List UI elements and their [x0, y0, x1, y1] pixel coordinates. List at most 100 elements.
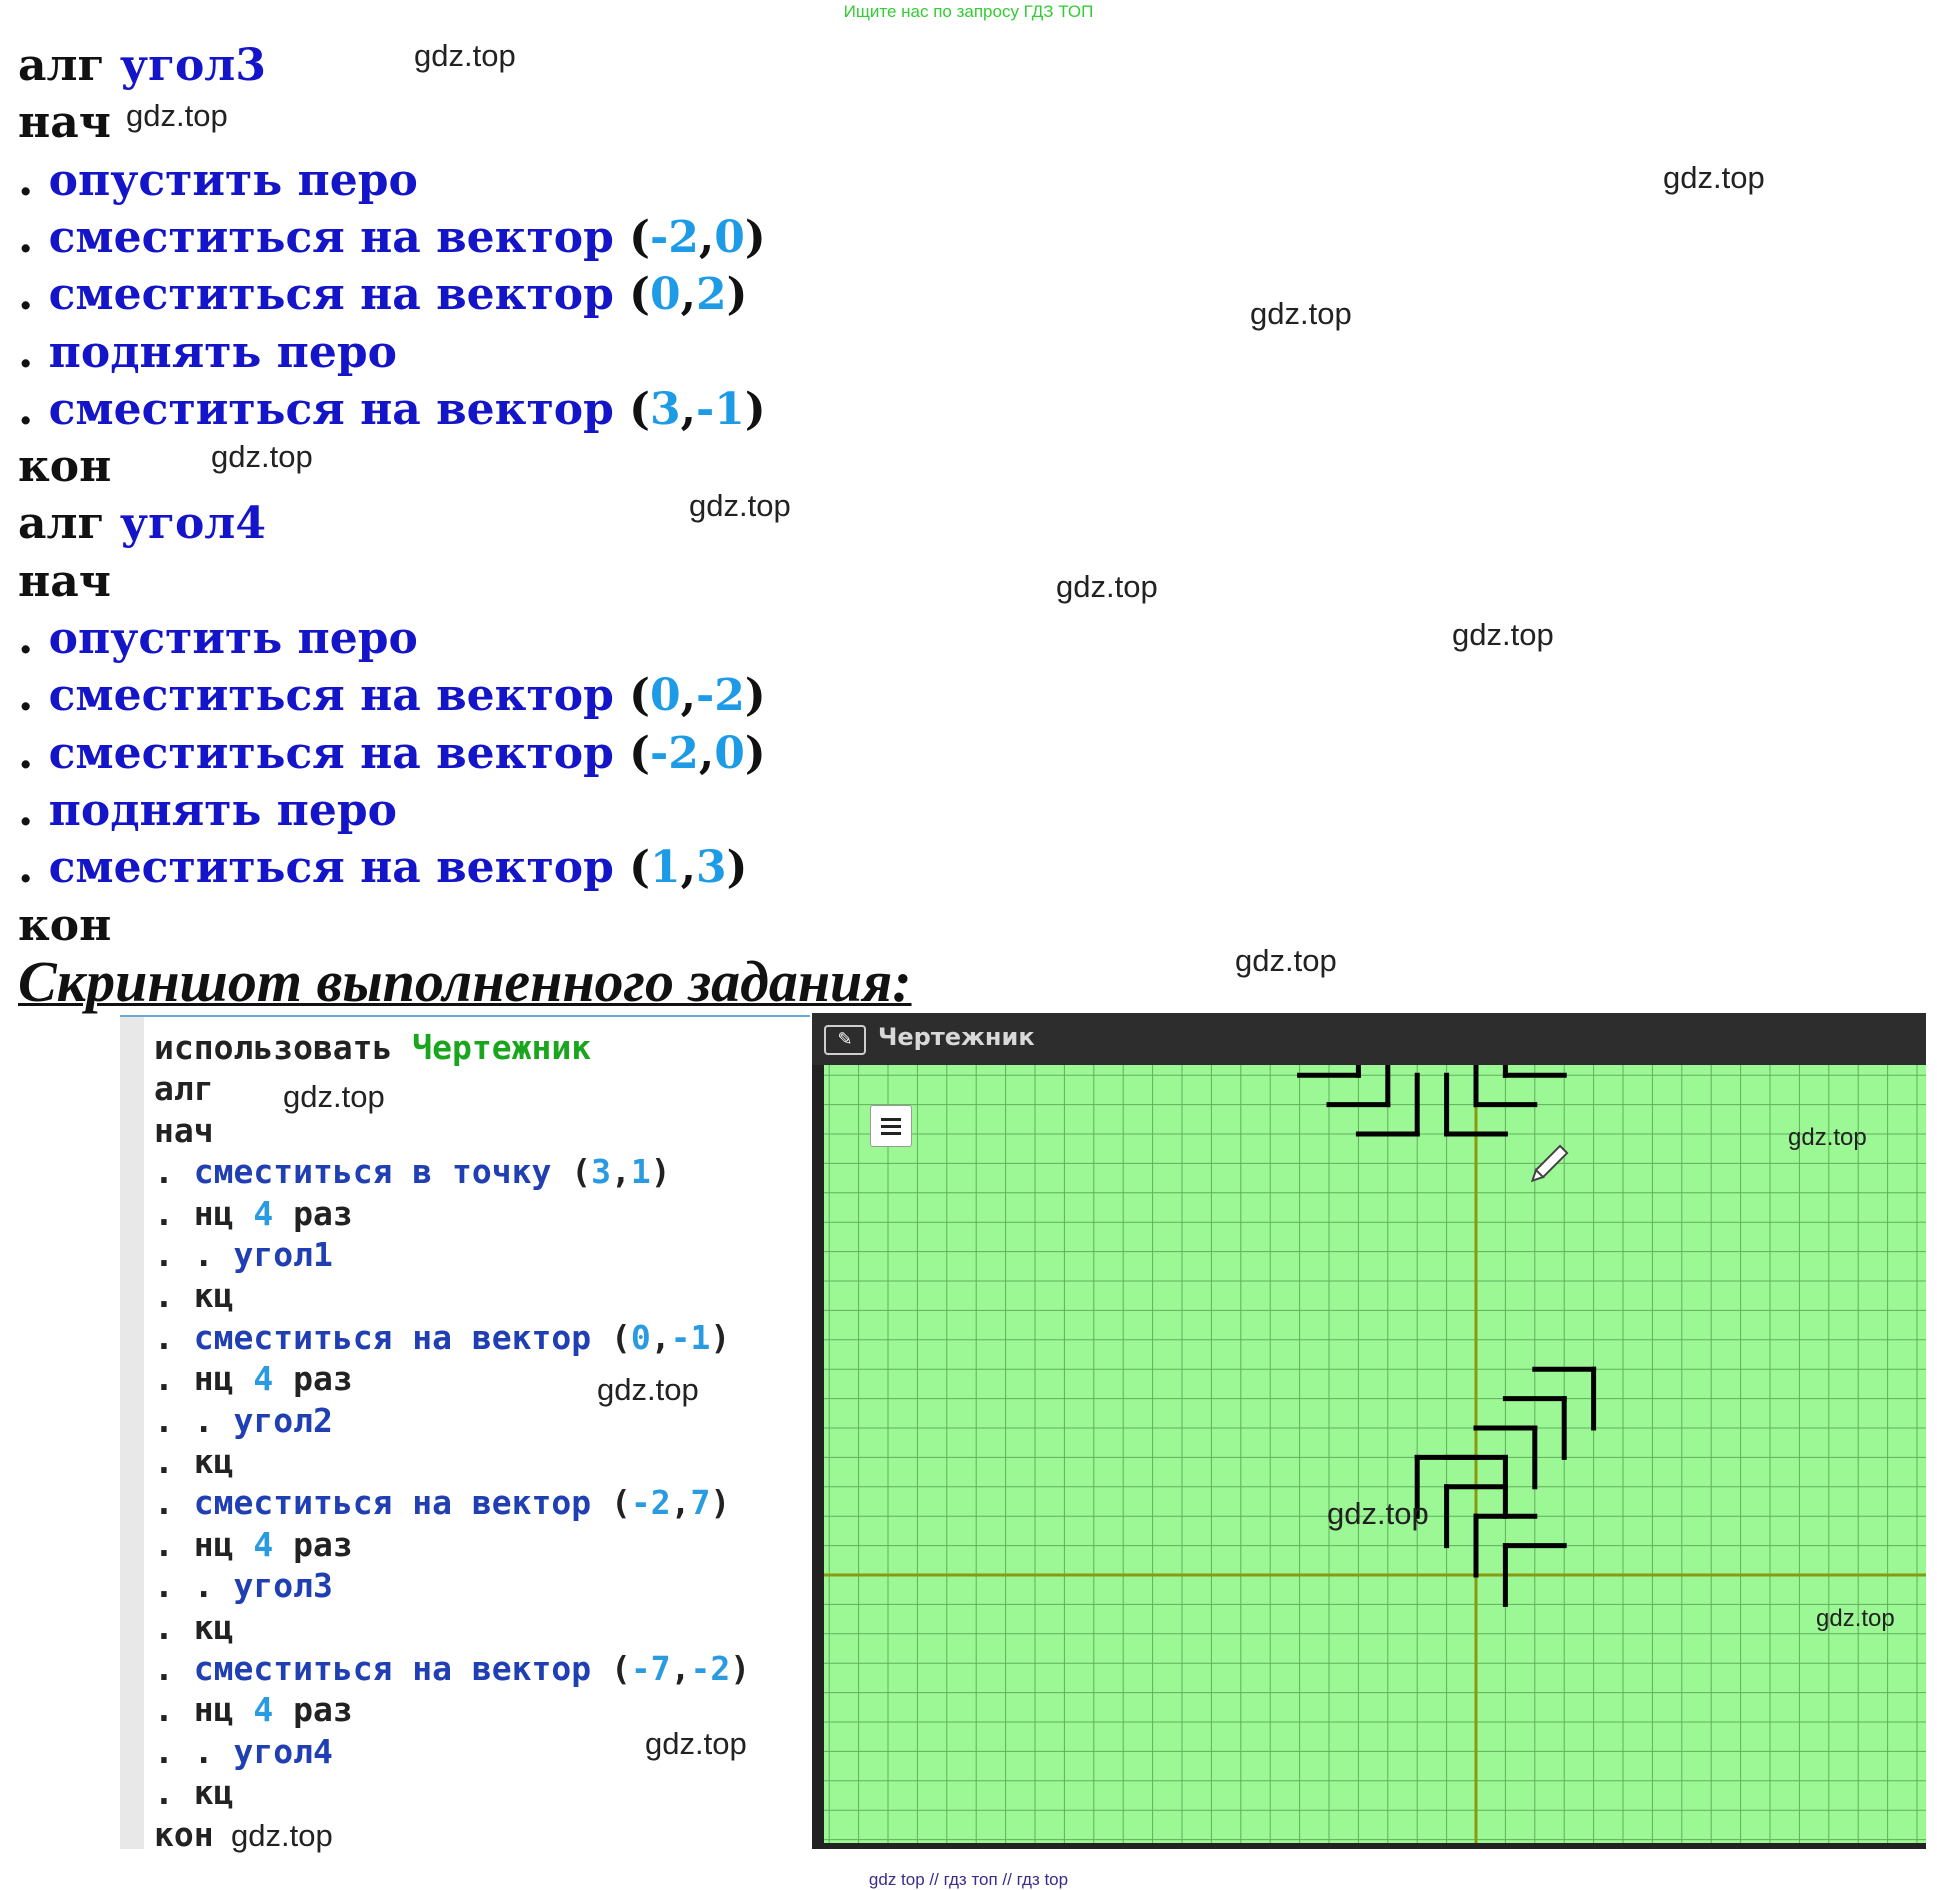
editor-line[interactable]: . нц 4 раз	[154, 1524, 353, 1564]
pin-icon[interactable]: ✎	[824, 1025, 866, 1055]
watermark-text: gdz.top	[283, 1079, 385, 1114]
editor-line[interactable]: использовать Чертежник	[154, 1029, 591, 1067]
editor-line[interactable]: . сместиться на вектор (-2,7)	[154, 1484, 730, 1522]
watermark-text: gdz.top	[1250, 296, 1352, 331]
editor-line[interactable]: . кц	[154, 1607, 234, 1647]
code-token: ,	[698, 211, 715, 263]
code-token: -2	[695, 670, 745, 722]
editor-line[interactable]: . . угол1	[154, 1236, 333, 1274]
code-token: поднять перо	[48, 784, 397, 836]
editor-token: нач	[154, 1110, 214, 1150]
code-line: . сместиться на вектор (0,2)	[18, 271, 747, 319]
hamburger-lines-icon	[881, 1118, 901, 1135]
editor-line[interactable]: . нц 4 раз	[154, 1360, 353, 1398]
editor-token: .	[154, 1152, 194, 1192]
editor-token: 7	[690, 1483, 711, 1523]
editor-line[interactable]: . нц 4 раз	[154, 1193, 353, 1233]
editor-token: раз	[273, 1359, 353, 1399]
editor-token: -7	[630, 1649, 671, 1688]
watermark-text: gdz.top	[414, 38, 516, 73]
editor-line[interactable]: . кц	[154, 1277, 233, 1315]
editor-line[interactable]: нач	[154, 1110, 214, 1150]
code-token: опустить перо	[48, 154, 418, 206]
code-token: ,	[680, 383, 696, 435]
editor-token: . нц	[154, 1690, 254, 1730]
editor-token: раз	[273, 1524, 353, 1564]
watermark-text: gdz.top	[1788, 1124, 1867, 1151]
editor-token: угол1	[233, 1235, 333, 1274]
editor-line[interactable]: алг	[154, 1070, 214, 1108]
editor-line[interactable]: . . угол3	[154, 1567, 333, 1605]
code-line: . сместиться на вектор (0,-2)	[18, 672, 766, 720]
editor-line[interactable]: . нц 4 раз	[154, 1691, 353, 1729]
watermark-text: gdz.top	[1327, 1496, 1429, 1531]
code-token: .	[18, 670, 49, 722]
code-token: алг	[18, 40, 120, 91]
footer-note: gdz top // гдз топ // гдз top	[868, 1870, 1069, 1889]
editor-token: алг	[154, 1069, 214, 1109]
editor-line[interactable]: . . угол2	[154, 1400, 333, 1440]
editor-token: ,	[670, 1483, 691, 1523]
code-token: сместиться на вектор	[48, 842, 630, 894]
code-token: 3	[649, 383, 681, 435]
screenshot-heading: Скриншот выполненного задания:	[18, 949, 912, 1014]
editor-token: 1	[630, 1152, 651, 1192]
code-line: . поднять перо	[18, 326, 397, 378]
code-token: (	[629, 727, 650, 779]
code-token: )	[726, 842, 748, 894]
editor-token: кон	[154, 1814, 214, 1854]
editor-line[interactable]: . сместиться на вектор (0,-1)	[154, 1317, 731, 1357]
code-token: -2	[649, 727, 699, 779]
editor-token: (	[610, 1649, 631, 1688]
editor-token: -2	[630, 1483, 671, 1523]
drawing-canvas[interactable]	[824, 984, 1926, 1843]
code-line: алг угол3	[18, 42, 266, 90]
editor-token: -1	[670, 1317, 711, 1357]
editor-line[interactable]: . сместиться на вектор (-7,-2)	[154, 1650, 750, 1688]
editor-line[interactable]: . . угол4	[154, 1731, 333, 1771]
code-token: (	[629, 670, 650, 722]
watermark-text: gdz.top	[1663, 160, 1765, 195]
code-token: нач	[18, 555, 111, 607]
code-token: сместиться на вектор	[48, 727, 630, 779]
code-line: нач	[18, 555, 111, 607]
watermark-text: gdz.top	[211, 439, 313, 474]
code-token: кон	[18, 441, 112, 493]
code-line: кон	[18, 443, 111, 491]
code-token: 0	[714, 727, 745, 779]
code-token: )	[744, 670, 766, 722]
code-token: -2	[649, 211, 699, 263]
editor-line[interactable]: . сместиться в точку (3,1)	[154, 1153, 671, 1191]
editor-token: . кц	[154, 1607, 234, 1647]
editor-token: (	[571, 1152, 592, 1192]
editor-token: . нц	[154, 1359, 254, 1399]
code-token: .	[18, 613, 49, 664]
code-editor[interactable]: использовать Чертежник алг нач. сместиться…	[120, 1015, 810, 1853]
editor-token: 4	[253, 1193, 274, 1233]
editor-token: угол2	[233, 1400, 333, 1440]
code-token: (	[629, 842, 650, 894]
editor-token: Чертежник	[412, 1028, 592, 1067]
code-token: 0	[649, 269, 681, 321]
code-line: . опустить перо	[18, 615, 418, 663]
panel-header: ✎ Чертежник	[812, 1013, 1926, 1065]
editor-token: ,	[650, 1317, 671, 1357]
editor-token: )	[710, 1317, 731, 1357]
hamburger-menu-icon[interactable]	[870, 1105, 912, 1147]
watermark-text: gdz.top	[1056, 569, 1158, 604]
editor-token: сместиться на вектор	[193, 1649, 611, 1688]
code-line: . сместиться на вектор (-2,0)	[18, 727, 766, 779]
code-line: . опустить перо	[18, 154, 418, 206]
code-token: .	[18, 326, 49, 378]
editor-line[interactable]: . кц	[154, 1774, 233, 1812]
editor-token: угол4	[233, 1731, 333, 1771]
code-token: 2	[695, 269, 727, 321]
editor-token: 4	[253, 1524, 274, 1564]
editor-line[interactable]: . кц	[154, 1443, 233, 1481]
code-token: сместиться на вектор	[48, 670, 630, 722]
code-token: нач	[18, 97, 111, 149]
code-line: кон	[18, 901, 111, 950]
watermark-text: gdz.top	[1816, 1605, 1895, 1632]
editor-line[interactable]: кон	[154, 1814, 214, 1854]
code-token: .	[18, 211, 49, 263]
